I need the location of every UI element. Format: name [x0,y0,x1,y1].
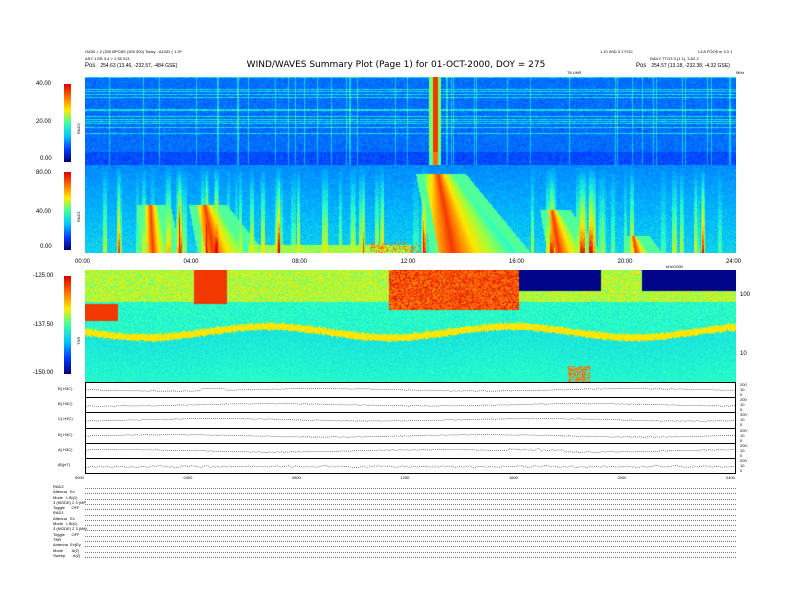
rad2-spectrogram [85,77,736,165]
rad1-tick-bottom: 0.00 [40,244,52,250]
tnr-colorbar [64,276,71,374]
rad2-tick-top: 40.00 [36,81,52,87]
line-plot-label-5: |B|(nT) [58,462,71,467]
tnr-tick-top: -125.00 [33,273,54,279]
rad2-axis-label: RAD2 [76,123,81,134]
param-dotted-row-9 [85,535,736,537]
time-tick-top-0: 00:00 [75,259,91,265]
param-dotted-row-11 [85,546,736,548]
time-tick-top-3: 12:00 [400,259,416,265]
line-plot-label-3: B( H3C) [58,431,73,437]
header-right-line1b: L3.8 FOO5 m 3 0 1 [698,49,733,54]
tnr-axis-label: TNR [76,336,81,345]
time-tick-top-2: 08:00 [292,259,308,265]
line-plot-trace-1 [85,403,737,407]
line-plot-label-0: B( H3C) [58,386,73,391]
param-dotted-row-8 [85,530,736,532]
param-dotted-row-1 [85,493,736,495]
time-tick-top-4: 16:00 [509,259,525,265]
param-dotted-row-2 [85,498,736,500]
parameter-listing: RAD2 Attenua Ex Mode LIN(1) 3 (MODE) 2 3 (M… [53,484,87,558]
time-tick-top-6: 24:00 [726,259,742,265]
line-plot-label-2: C( H3C) [58,416,73,422]
line-plot-5-right-tick-2: 0 [740,468,743,473]
line-plot-1 [85,397,737,414]
line-plot-0 [85,382,737,399]
param-dotted-row-5 [85,514,736,516]
time-tick-bottom-3: 1200 [400,475,410,480]
line-plot-trace-0 [85,387,737,392]
line-plot-5 [85,458,737,475]
time-tick-bottom-0: 0000 [75,475,84,480]
param-dotted-row-7 [85,525,736,527]
time-tick-bottom-5: 2000 [617,475,627,480]
param-line-13: Sweep A(2) [53,552,81,558]
header-right-line1a: 1.10 WID 3 1 FOC [600,49,633,54]
rad2-colorbar [64,84,71,162]
tnr-unit-label: T8 UNR [567,70,582,75]
rad1-spectrogram [85,165,736,253]
rad1-colorbar [64,172,71,250]
time-tick-bottom-2: 0800 [292,475,301,480]
header-left-line1: OA30 > 2 (200 BPCBS (300 300) Tonky - A1… [85,49,182,54]
time-tick-top-1: 04:00 [183,259,199,265]
rad2-tick-bottom: 0.00 [40,156,52,162]
param-dotted-row-0 [85,488,736,489]
param-dotted-row-6 [85,519,736,521]
param-line-8: 3 (MODE) 2 3 (MM [53,526,87,532]
tnr-right-tick-10: 10 [740,351,747,357]
time-tick-bottom-4: 1600 [509,475,518,480]
param-dotted-row-4 [85,509,736,511]
line-plot-3 [85,427,737,444]
rad1-tick-top: 80.00 [36,170,52,176]
line-plot-4 [85,442,737,459]
line-plot-trace-2 [85,418,737,423]
param-dotted-row-3 [85,503,736,505]
tnr-tick-bottom: -150.00 [33,370,54,376]
time-tick-bottom-6: 2400 [726,475,735,480]
line-plot-trace-3 [86,433,737,438]
line-plot-trace-5 [85,465,737,468]
tnr-freq-label: kHz/1000 [666,264,683,269]
line-plot-2 [85,412,737,429]
time-tick-bottom-1: 0400 [183,475,193,480]
tnr-spectrogram [85,270,736,382]
tnr-tick-mid: -137.50 [33,322,54,328]
time-tick-top-5: 20:00 [617,259,633,265]
rad2-tick-mid: 20.00 [36,119,52,125]
param-dotted-row-10 [85,541,736,542]
tnr-right-tick-100: 100 [740,292,751,298]
line-plot-label-4: A( H3C) [58,446,73,452]
rad1-axis-label: RAD1 [76,211,81,222]
line-plot-label-1: B( H3C) [58,401,73,407]
param-dotted-row-12 [85,551,736,553]
line-plot-trace-4 [85,447,737,453]
rad1-tick-mid: 40.00 [36,209,52,215]
chart-title: WIND/WAVES Summary Plot (Page 1) for 01-… [246,60,546,70]
mhz-unit-label: MHz [736,70,745,75]
param-dotted-row-13 [85,556,736,558]
